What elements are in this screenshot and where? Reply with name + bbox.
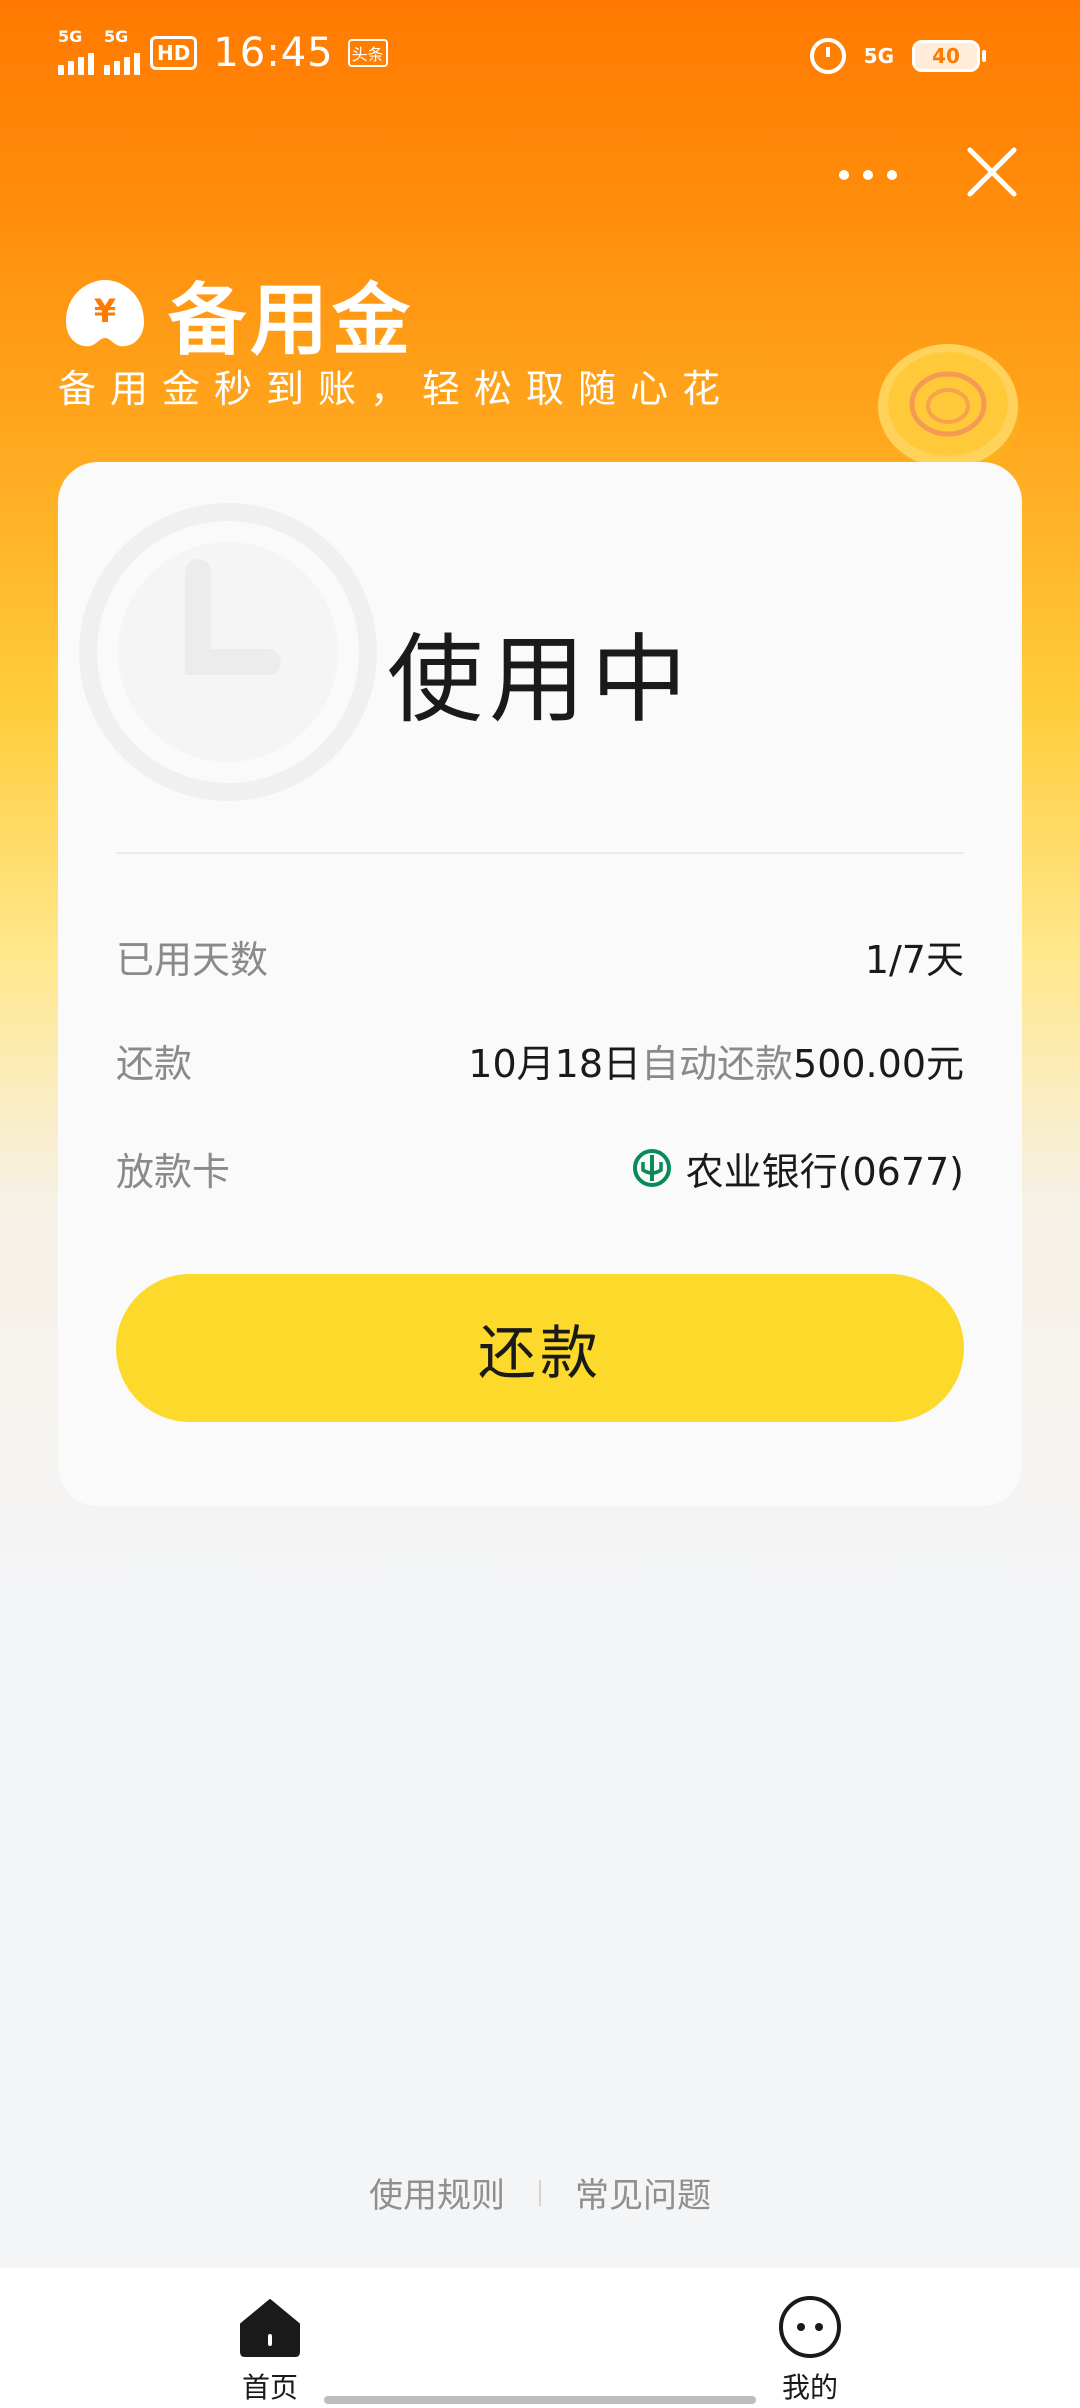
hd-icon: HD xyxy=(150,36,198,70)
brand-subtitle: 备用金秒到账，轻松取随心花 xyxy=(58,367,735,411)
used-days-row: 已用天数 1/7天 xyxy=(116,926,964,986)
close-icon xyxy=(967,147,1017,197)
repayment-date: 10月18日 xyxy=(468,1041,642,1086)
network-5g-icon: 5G xyxy=(863,44,894,68)
wallet-logo-icon: ¥ xyxy=(58,276,152,352)
nav-mine-label: 我的 xyxy=(781,2371,838,2404)
footer-links: 使用规则 常见问题 xyxy=(0,2168,1080,2217)
gesture-home-bar[interactable] xyxy=(324,2396,756,2404)
more-options-button[interactable] xyxy=(828,150,908,200)
repay-button[interactable]: 还款 xyxy=(116,1274,964,1422)
status-card: 使用中 已用天数 1/7天 还款 10月18日 自动还款 500.00元 放款卡… xyxy=(58,462,1022,1506)
news-app-icon: 头条 xyxy=(347,39,388,67)
dot xyxy=(863,170,873,180)
dot xyxy=(839,170,849,180)
faq-link[interactable]: 常见问题 xyxy=(575,2168,711,2217)
signal-label: 5G xyxy=(58,27,83,46)
bank-name: 农业银行(0677) xyxy=(685,1149,964,1194)
dot xyxy=(887,170,897,180)
bottom-nav: 首页 我的 xyxy=(0,2268,1080,2408)
signal-label: 5G xyxy=(104,27,129,46)
signal-icon: 5G xyxy=(58,27,94,75)
close-button[interactable] xyxy=(960,140,1024,204)
alarm-icon xyxy=(809,38,846,74)
usage-rules-link[interactable]: 使用规则 xyxy=(369,2168,505,2217)
home-icon xyxy=(240,2299,300,2357)
payout-card-value: 农业银行(0677) xyxy=(632,1141,964,1196)
brand-header: ¥ 备用金 xyxy=(58,258,414,370)
battery-level: 40 xyxy=(932,44,960,68)
brand-title: 备用金 xyxy=(168,276,415,366)
nav-home[interactable]: 首页 xyxy=(190,2294,350,2406)
status-right: 5G 40 xyxy=(809,38,986,74)
nav-mine[interactable]: 我的 xyxy=(730,2294,890,2406)
clock-time: 16:45 xyxy=(213,30,334,76)
used-days-label: 已用天数 xyxy=(116,937,269,982)
repayment-row: 还款 10月18日 自动还款 500.00元 xyxy=(116,1030,964,1090)
loan-status-title: 使用中 xyxy=(387,624,693,736)
signal-icon: 5G xyxy=(104,27,140,75)
repayment-label: 还款 xyxy=(116,1041,193,1086)
profile-face-icon xyxy=(779,2296,841,2358)
auto-repay-text: 自动还款 xyxy=(641,1041,794,1086)
payout-card-row: 放款卡 农业银行(0677) xyxy=(116,1138,964,1198)
repayment-value: 10月18日 自动还款 500.00元 xyxy=(468,1033,964,1088)
divider xyxy=(116,852,964,854)
repayment-amount: 500.00元 xyxy=(793,1041,964,1086)
payout-card-label: 放款卡 xyxy=(116,1149,231,1194)
used-days-value: 1/7天 xyxy=(864,937,964,982)
status-bar: 5G 5G HD 16:45 头条 5G 40 xyxy=(0,0,1080,120)
separator xyxy=(539,2179,541,2206)
nav-home-label: 首页 xyxy=(241,2371,298,2404)
battery-icon: 40 xyxy=(912,40,986,72)
abc-bank-icon xyxy=(632,1149,671,1187)
status-left: 5G 5G HD 16:45 头条 xyxy=(58,27,388,76)
yen-symbol: ¥ xyxy=(94,292,116,330)
